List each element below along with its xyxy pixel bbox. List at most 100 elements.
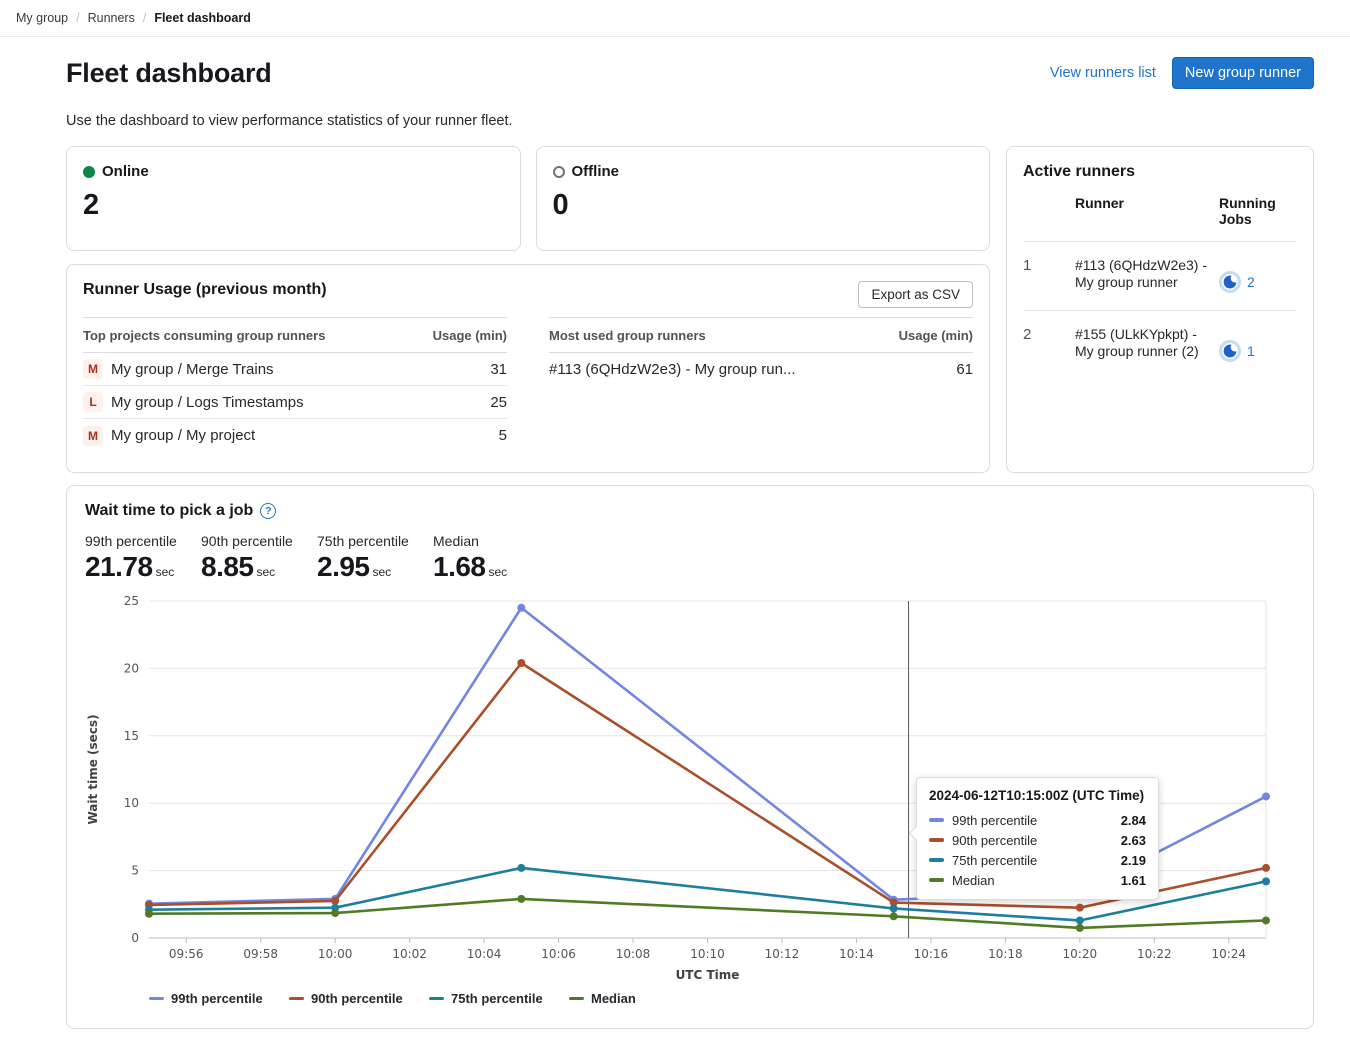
active-runners-card: Active runners Runner Running Jobs 1 #11… [1006,146,1314,473]
top-projects-column-header: Top projects consuming group runners [83,328,325,343]
chart-legend: 99th percentile 90th percentile 75th per… [149,991,1295,1006]
series-dash-icon [289,997,304,1001]
series-dash-icon [429,997,444,1001]
tooltip-series-value: 2.63 [1121,833,1146,848]
running-status-icon [1219,340,1241,362]
svg-text:10:02: 10:02 [392,947,427,961]
series-dash-icon [929,878,944,882]
svg-text:10:20: 10:20 [1063,947,1098,961]
svg-text:10:04: 10:04 [467,947,502,961]
runner-name: #113 (6QHdzW2e3) - My group run... [549,361,796,378]
breadcrumb-current: Fleet dashboard [154,11,251,25]
runner-link[interactable]: #113 (6QHdzW2e3) - My group runner [1075,257,1211,293]
tooltip-title: 2024-06-12T10:15:00Z (UTC Time) [929,788,1146,803]
active-runners-title: Active runners [1023,163,1297,181]
series-dash-icon [929,818,944,822]
stat-value: 21.78 [85,551,153,582]
tooltip-series-value: 1.61 [1121,873,1146,888]
breadcrumb-separator: / [143,11,146,25]
tooltip-series-label: 90th percentile [952,833,1113,848]
legend-item-median[interactable]: Median [569,991,689,1006]
svg-text:20: 20 [124,661,139,675]
project-usage: 25 [490,394,507,411]
stat-75th-percentile: 75th percentile 2.95sec [317,533,415,583]
stat-value: 2.95 [317,551,370,582]
tooltip-series-value: 2.84 [1121,813,1146,828]
chart-tooltip: 2024-06-12T10:15:00Z (UTC Time) 99th per… [916,777,1159,900]
stat-label: 90th percentile [201,533,299,549]
legend-item-90th-percentile[interactable]: 90th percentile [289,991,409,1006]
runner-rank: 2 [1023,326,1067,362]
breadcrumb: My group / Runners / Fleet dashboard [0,0,1350,37]
usage-min-column-header: Usage (min) [433,328,507,343]
tooltip-series-value: 2.19 [1121,853,1146,868]
stat-value: 1.68 [433,551,486,582]
svg-text:10:14: 10:14 [839,947,874,961]
tooltip-series-label: Median [952,873,1113,888]
runner-link[interactable]: #155 (ULkKYpkpt) - My group runner (2) [1075,326,1211,362]
legend-item-99th-percentile[interactable]: 99th percentile [149,991,269,1006]
stat-unit: sec [489,565,508,579]
tooltip-row: 90th percentile 2.63 [929,830,1146,850]
offline-status-icon [553,166,565,178]
svg-text:09:56: 09:56 [169,947,204,961]
view-runners-list-link[interactable]: View runners list [1050,65,1156,81]
main-content: Fleet dashboard View runners list New gr… [0,37,1350,1029]
table-row: #113 (6QHdzW2e3) - My group run... 61 [549,353,973,386]
running-jobs-count-link[interactable]: 1 [1247,343,1255,359]
tooltip-series-label: 99th percentile [952,813,1113,828]
table-row: L My group / Logs Timestamps 25 [83,386,507,419]
runner-usage-value: 61 [956,361,973,378]
wait-time-card: Wait time to pick a job ? 99th percentil… [66,485,1314,1029]
table-row: M My group / My project 5 [83,419,507,452]
svg-text:10: 10 [124,796,139,810]
svg-text:10:00: 10:00 [318,947,353,961]
help-icon[interactable]: ? [260,503,276,519]
stat-90th-percentile: 90th percentile 8.85sec [201,533,299,583]
legend-item-75th-percentile[interactable]: 75th percentile [429,991,549,1006]
running-jobs-column-header: Running Jobs [1219,195,1297,227]
project-usage: 31 [490,361,507,378]
series-dash-icon [149,997,164,1001]
table-row: M My group / Merge Trains 31 [83,353,507,386]
tooltip-row: Median 1.61 [929,870,1146,890]
svg-text:UTC Time: UTC Time [676,968,740,982]
svg-text:15: 15 [124,729,139,743]
legend-label: 90th percentile [311,991,403,1006]
offline-count: 0 [553,189,974,222]
top-projects-table: Top projects consuming group runners Usa… [83,317,507,452]
tooltip-row: 99th percentile 2.84 [929,810,1146,830]
tooltip-series-label: 75th percentile [952,853,1113,868]
usage-min-column-header: Usage (min) [899,328,973,343]
new-group-runner-button[interactable]: New group runner [1172,57,1314,89]
project-usage: 5 [499,427,507,444]
breadcrumb-separator: / [76,11,79,25]
table-row: 1 #113 (6QHdzW2e3) - My group runner 2 [1023,242,1297,311]
wait-time-chart[interactable]: 051015202509:5609:5810:0010:0210:0410:06… [85,589,1295,987]
page-title: Fleet dashboard [66,58,272,89]
running-jobs-count-link[interactable]: 2 [1247,274,1255,290]
svg-text:10:10: 10:10 [690,947,725,961]
series-dash-icon [929,858,944,862]
svg-text:10:06: 10:06 [541,947,576,961]
stat-99th-percentile: 99th percentile 21.78sec [85,533,183,583]
most-used-runners-column-header: Most used group runners [549,328,706,343]
most-used-runners-table: Most used group runners Usage (min) #113… [549,317,973,452]
project-avatar: L [83,392,103,412]
offline-runners-card: Offline 0 [536,146,991,251]
online-status-icon [83,166,95,178]
breadcrumb-runners[interactable]: Runners [88,11,135,25]
stat-unit: sec [257,565,276,579]
svg-text:10:08: 10:08 [616,947,651,961]
stat-label: 99th percentile [85,533,183,549]
export-csv-button[interactable]: Export as CSV [858,281,973,308]
breadcrumb-my-group[interactable]: My group [16,11,68,25]
table-row: 2 #155 (ULkKYpkpt) - My group runner (2)… [1023,311,1297,379]
project-avatar: M [83,359,103,379]
legend-label: 75th percentile [451,991,543,1006]
svg-text:10:16: 10:16 [914,947,949,961]
online-runners-card: Online 2 [66,146,521,251]
dashboard-left-column: Online 2 Offline 0 Runner Usage (previou… [66,146,990,473]
project-name: My group / Logs Timestamps [111,394,304,411]
svg-text:25: 25 [124,594,139,608]
